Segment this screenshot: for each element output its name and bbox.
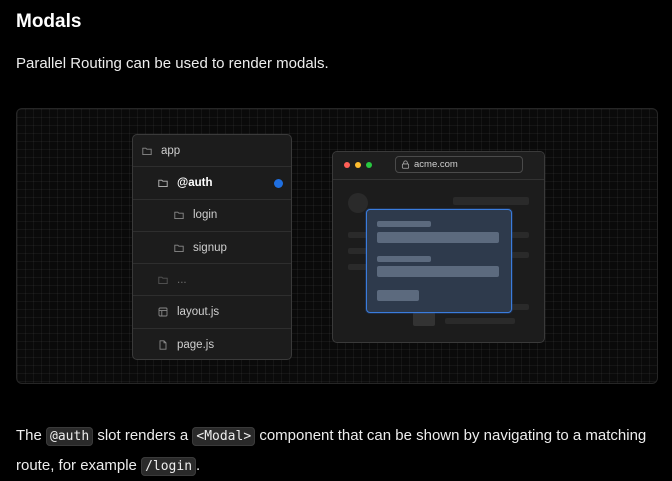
folder-icon [174, 243, 184, 253]
tree-row-label: page.js [177, 338, 215, 351]
login-route-code: /login [141, 457, 197, 476]
tree-row-layout: layout.js [133, 296, 291, 329]
layout-file-icon [158, 307, 168, 317]
folder-icon [158, 275, 168, 285]
address-url: acme.com [414, 159, 458, 170]
file-tree: app @auth login signup ... layout.js pag… [132, 134, 292, 360]
modal-input-placeholder [377, 266, 499, 277]
modal-component-code: <Modal> [192, 427, 256, 446]
tree-row-label: login [193, 209, 218, 222]
tree-row-ellipsis: ... [133, 264, 291, 297]
modal-label-placeholder [377, 221, 431, 227]
tree-row-auth: @auth [133, 167, 291, 200]
modal-input-placeholder [377, 232, 499, 243]
tree-row-label: ... [177, 273, 187, 286]
tree-row-label: app [161, 144, 181, 157]
modal-overlay [366, 209, 512, 313]
skeleton-line [348, 248, 368, 254]
skeleton-line [348, 264, 368, 270]
routing-illustration: app @auth login signup ... layout.js pag… [16, 108, 658, 384]
address-bar: acme.com [395, 156, 523, 173]
tree-row-label: @auth [177, 176, 213, 189]
description-paragraph: The @auth slot renders a <Modal> compone… [16, 421, 656, 481]
skeleton-line [511, 232, 529, 238]
lock-icon [401, 160, 410, 169]
maximize-light [366, 162, 372, 168]
description-text: The [16, 427, 47, 444]
description-text: slot renders a [93, 427, 193, 444]
browser-mockup: acme.com [332, 151, 545, 343]
tree-row-login: login [133, 200, 291, 232]
skeleton-line [445, 318, 515, 324]
folder-icon [174, 210, 184, 220]
skeleton-avatar [348, 193, 368, 213]
tree-row-label: layout.js [177, 306, 220, 319]
skeleton-image-icon [413, 312, 435, 326]
minimize-light [355, 162, 361, 168]
page-title: Modals [16, 11, 82, 32]
folder-icon [158, 178, 168, 188]
skeleton-line [511, 252, 529, 258]
browser-toolbar: acme.com [333, 152, 544, 180]
tree-row-signup: signup [133, 232, 291, 265]
auth-slot-code: @auth [46, 427, 94, 446]
active-indicator-dot [274, 179, 283, 189]
intro-text: Parallel Routing can be used to render m… [16, 55, 329, 72]
folder-icon [142, 146, 152, 156]
description-text: . [196, 457, 201, 474]
tree-row-page: page.js [133, 329, 291, 359]
skeleton-line [348, 232, 368, 238]
skeleton-line [453, 197, 529, 205]
skeleton-line [511, 304, 529, 310]
modal-label-placeholder [377, 256, 431, 262]
tree-row-label: signup [193, 241, 227, 254]
tree-row-app: app [133, 135, 291, 168]
close-light [344, 162, 350, 168]
file-icon [158, 340, 168, 350]
modal-button-placeholder [377, 290, 419, 301]
